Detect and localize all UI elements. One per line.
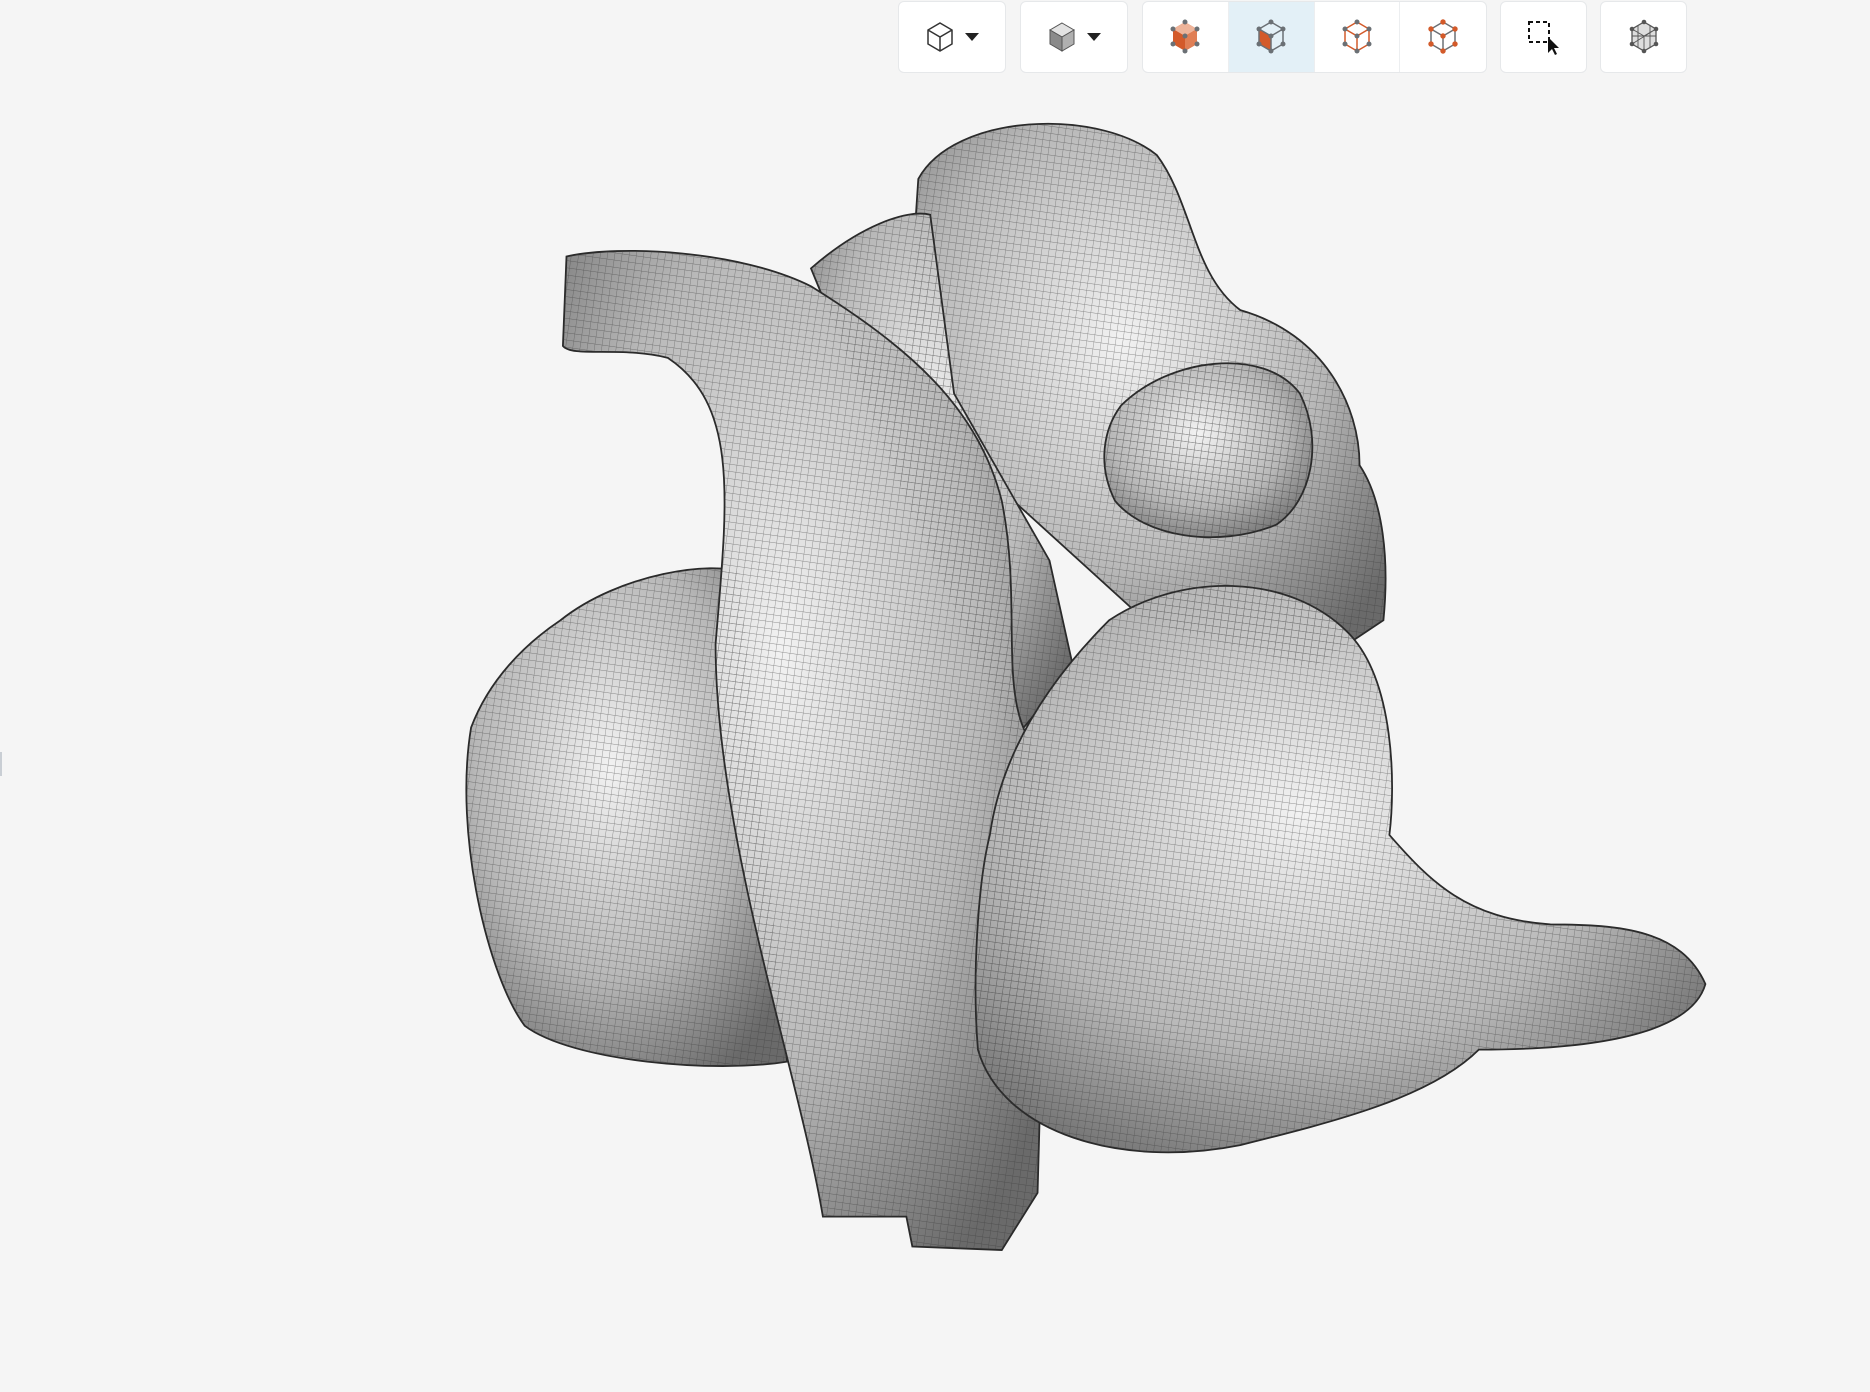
- chevron-down-icon: [1087, 33, 1101, 41]
- view-dropdown-button[interactable]: [898, 1, 1006, 73]
- cube-shaded-icon: [1049, 22, 1075, 52]
- box-select-button[interactable]: [1500, 1, 1587, 73]
- select-faces-icon: [1256, 19, 1286, 54]
- mesh-model: [465, 122, 1707, 1251]
- chevron-down-icon: [965, 33, 979, 41]
- select-edges-button[interactable]: [1315, 2, 1401, 72]
- select-faces-button[interactable]: [1228, 2, 1315, 72]
- box-select-cursor-icon: [1527, 21, 1559, 55]
- select-points-icon: [1428, 19, 1458, 54]
- display-dropdown-button[interactable]: [1020, 1, 1128, 73]
- select-points-button[interactable]: [1400, 2, 1486, 72]
- mesh-toggle-button[interactable]: [1600, 1, 1687, 73]
- cube-outline-icon: [927, 22, 953, 52]
- select-cells-button[interactable]: [1143, 2, 1229, 72]
- selection-mode-group: [1142, 1, 1487, 73]
- 3d-mesh-viewport[interactable]: [0, 0, 1870, 1392]
- select-cells-icon: [1170, 19, 1200, 54]
- mesh-wireframe-icon: [1629, 19, 1658, 54]
- select-edges-icon: [1342, 19, 1372, 54]
